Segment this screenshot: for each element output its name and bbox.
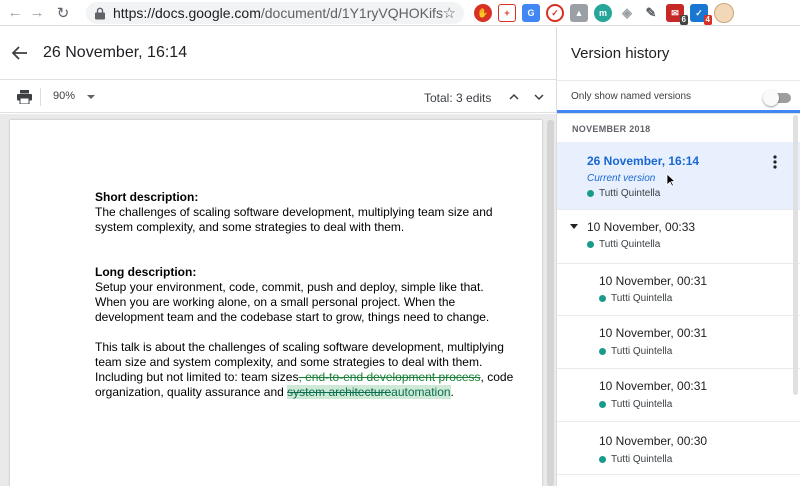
short-description-text: The challenges of scaling software devel… bbox=[95, 205, 493, 234]
author-color-dot bbox=[599, 456, 606, 463]
version-history-panel: Version history Only show named versions… bbox=[556, 27, 800, 486]
version-item-current[interactable]: 26 November, 16:14 Current version Tutti… bbox=[557, 142, 800, 210]
document-scrollbar[interactable] bbox=[547, 120, 554, 486]
version-item[interactable]: 10 November, 00:30 Tutti Quintella bbox=[557, 422, 800, 475]
browser-toolbar: ← → ↻ https://docs.google.com/document/d… bbox=[0, 0, 800, 26]
author-name: Tutti Quintella bbox=[611, 293, 673, 304]
expand-caret-icon[interactable] bbox=[570, 224, 578, 229]
gmail-badge: 6 bbox=[679, 15, 688, 25]
version-item[interactable]: 10 November, 00:31 Tutti Quintella bbox=[557, 316, 800, 369]
version-history-title: Version history bbox=[571, 45, 670, 62]
git-icon[interactable]: ◈ bbox=[618, 4, 636, 22]
checker-badge: 4 bbox=[703, 15, 712, 25]
version-author: Tutti Quintella bbox=[599, 346, 672, 357]
long-description-heading: Long description: bbox=[95, 265, 197, 279]
address-bar[interactable]: https://docs.google.com/document/d/1Y1ry… bbox=[86, 2, 464, 24]
author-color-dot bbox=[599, 401, 606, 408]
short-description-heading: Short description: bbox=[95, 190, 199, 204]
version-item-title: 10 November, 00:31 bbox=[599, 326, 708, 340]
reload-icon[interactable]: ↻ bbox=[52, 2, 74, 24]
author-name: Tutti Quintella bbox=[611, 454, 673, 465]
version-toolbar: 90% Total: 3 edits bbox=[0, 81, 556, 113]
version-item-title: 26 November, 16:14 bbox=[587, 154, 700, 168]
author-color-dot bbox=[587, 190, 594, 197]
author-name: Tutti Quintella bbox=[599, 188, 661, 199]
url-text: https://docs.google.com/document/d/1Y1ry… bbox=[113, 5, 443, 21]
adblock-icon[interactable]: ✋ bbox=[474, 4, 492, 22]
version-author: Tutti Quintella bbox=[599, 454, 672, 465]
profile-avatar[interactable] bbox=[714, 3, 734, 23]
url-path: /document/d/1Y1ryVQHOKifsTG... bbox=[260, 5, 443, 21]
previous-edit-icon[interactable] bbox=[508, 91, 520, 103]
long-description-para2: This talk is about the challenges of sca… bbox=[95, 340, 515, 400]
version-author: Tutti Quintella bbox=[587, 188, 660, 199]
doc-header: 26 November, 16:14 bbox=[0, 27, 556, 80]
author-name: Tutti Quintella bbox=[611, 399, 673, 410]
author-name: Tutti Quintella bbox=[599, 239, 661, 250]
version-item[interactable]: 10 November, 00:31 Tutti Quintella bbox=[557, 369, 800, 422]
eyedropper-icon[interactable]: ✎ bbox=[642, 4, 660, 22]
zoom-select[interactable]: 90% bbox=[53, 90, 75, 102]
long-description-para1: Setup your environment, code, commit, pu… bbox=[95, 280, 490, 324]
version-item-group[interactable]: 10 November, 00:33 Tutti Quintella bbox=[557, 210, 800, 264]
version-item[interactable]: 10 November, 00:31 Tutti Quintella bbox=[557, 264, 800, 316]
author-color-dot bbox=[587, 241, 594, 248]
version-item-title: 10 November, 00:31 bbox=[599, 379, 708, 393]
version-list-scrollbar[interactable] bbox=[793, 115, 798, 395]
todoist-icon[interactable]: ✓ bbox=[546, 4, 564, 22]
deleted-text-2: system architecture bbox=[287, 385, 392, 399]
arrow-back-icon[interactable] bbox=[10, 43, 30, 63]
inserted-text: automation bbox=[391, 385, 451, 399]
forward-icon[interactable]: → bbox=[26, 2, 48, 24]
version-item-title: 10 November, 00:33 bbox=[587, 220, 696, 234]
version-author: Tutti Quintella bbox=[587, 239, 660, 250]
mouse-cursor-icon bbox=[666, 173, 676, 187]
document-canvas: Short description: The challenges of sca… bbox=[0, 114, 556, 486]
drive-icon[interactable]: ▲ bbox=[570, 4, 588, 22]
next-edit-icon[interactable] bbox=[533, 91, 545, 103]
para2-text-end: . bbox=[450, 385, 454, 399]
gmail-checker-icon[interactable]: ✉ 6 bbox=[666, 4, 688, 25]
named-versions-toggle[interactable] bbox=[763, 90, 793, 106]
toggle-thumb bbox=[763, 90, 779, 106]
author-name: Tutti Quintella bbox=[611, 346, 673, 357]
url-host: https://docs.google.com bbox=[113, 5, 261, 21]
month-header: NOVEMBER 2018 bbox=[572, 124, 651, 134]
author-color-dot bbox=[599, 348, 606, 355]
toolbar-divider bbox=[40, 88, 41, 106]
version-item-title: 10 November, 00:30 bbox=[599, 434, 708, 448]
version-author: Tutti Quintella bbox=[599, 399, 672, 410]
document-body: Short description: The challenges of sca… bbox=[95, 190, 515, 400]
document-page: Short description: The challenges of sca… bbox=[10, 120, 542, 486]
version-title: 26 November, 16:14 bbox=[43, 44, 188, 61]
back-icon[interactable]: ← bbox=[4, 2, 26, 24]
deleted-text-1: , end-to-end development process bbox=[298, 370, 481, 384]
print-icon[interactable] bbox=[17, 90, 32, 104]
bookmark-star-icon[interactable]: ☆ bbox=[443, 4, 456, 22]
current-version-label: Current version bbox=[587, 173, 656, 184]
version-author: Tutti Quintella bbox=[599, 293, 672, 304]
translate-icon[interactable]: G bbox=[522, 4, 540, 22]
more-vert-icon[interactable] bbox=[773, 155, 777, 169]
version-list: NOVEMBER 2018 26 November, 16:14 Current… bbox=[557, 113, 800, 486]
version-item-title: 10 November, 00:31 bbox=[599, 274, 708, 288]
author-color-dot bbox=[599, 295, 606, 302]
zoom-caret-icon[interactable] bbox=[87, 95, 95, 99]
named-versions-filter: Only show named versions bbox=[557, 80, 800, 112]
plus-cross-extension-icon[interactable]: + bbox=[498, 4, 516, 22]
named-versions-label: Only show named versions bbox=[571, 91, 692, 102]
mercury-icon[interactable]: m bbox=[594, 4, 612, 22]
extensions-area: ✋ + G ✓ ▲ m ◈ ✎ ✉ 6 ✓ 4 bbox=[474, 3, 734, 25]
checker-icon[interactable]: ✓ 4 bbox=[690, 4, 712, 25]
total-edits-label: Total: 3 edits bbox=[424, 91, 492, 105]
lock-icon bbox=[95, 7, 105, 19]
